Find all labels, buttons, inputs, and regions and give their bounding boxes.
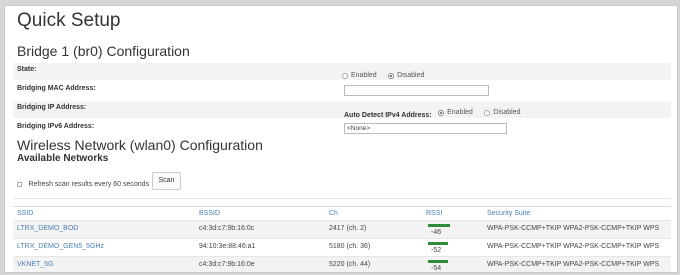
rssi-cell: -54: [431, 265, 442, 272]
ssid-cell[interactable]: LTRX_DEMO_BOD: [17, 225, 78, 232]
state-disabled-radio[interactable]: [388, 72, 395, 79]
ch-cell: 5180 (ch. 36): [329, 243, 371, 250]
ip-disabled-radio[interactable]: [484, 109, 491, 116]
ip-disabled-label: Disabled: [493, 109, 521, 117]
bssid-cell: 94:10:3e:88:46:a1: [199, 243, 256, 250]
rssi-cell: -46: [431, 229, 442, 236]
table-row[interactable]: VKNET_5G c4:3d:c7:9b:16:0e 5220 (ch. 44)…: [13, 256, 671, 272]
mac-row: Bridging MAC Address:: [13, 82, 671, 99]
ip-auto-label: Auto Detect IPv4 Address:: [344, 112, 432, 119]
available-networks-heading: Available Networks: [17, 153, 109, 164]
col-bssid-header[interactable]: BSSID: [199, 210, 220, 217]
ch-cell: 2417 (ch. 2): [329, 225, 367, 232]
security-cell: WPA-PSK-CCMP+TKIP WPA2-PSK-CCMP+TKIP WPS: [487, 261, 660, 268]
section-divider: [13, 198, 671, 199]
rssi-bar: [428, 224, 450, 227]
rssi-cell: -52: [431, 247, 442, 254]
scan-button[interactable]: Scan: [152, 172, 181, 190]
state-disabled-label: Disabled: [397, 72, 425, 80]
ssid-cell[interactable]: VKNET_5G: [17, 261, 54, 268]
state-label: State:: [17, 66, 37, 73]
table-row[interactable]: LTRX_DEMO_BOD c4:3d:c7:9b:16:0c 2417 (ch…: [13, 220, 671, 239]
ip-enabled-label: Enabled: [447, 109, 473, 117]
bridge-heading: Bridge 1 (br0) Configuration: [17, 43, 190, 59]
table-header-row: SSID BSSID Ch RSSI Security Suite: [13, 206, 671, 221]
bssid-cell: c4:3d:c7:9b:16:0e: [199, 261, 255, 268]
wireless-heading: Wireless Network (wlan0) Configuration: [17, 137, 263, 153]
col-ch-header[interactable]: Ch: [329, 210, 338, 217]
state-row: State: Enabled Disabled: [13, 63, 671, 80]
refresh-checkbox[interactable]: [17, 182, 22, 188]
security-cell: WPA-PSK-CCMP+TKIP WPA2-PSK-CCMP+TKIP WPS: [487, 225, 660, 232]
refresh-label: Refresh scan results every 60 seconds: [28, 181, 150, 189]
state-enabled-label: Enabled: [351, 72, 377, 80]
ch-cell: 5220 (ch. 44): [329, 261, 371, 268]
page-title: Quick Setup: [17, 10, 121, 31]
security-cell: WPA-PSK-CCMP+TKIP WPA2-PSK-CCMP+TKIP WPS: [487, 243, 660, 250]
mac-label: Bridging MAC Address:: [17, 85, 96, 92]
col-rssi-header[interactable]: RSSI: [426, 210, 442, 217]
rssi-bar: [428, 260, 448, 263]
state-enabled-radio[interactable]: [342, 72, 348, 79]
table-row[interactable]: LTRX_DEMO_GEN5_5GHz 94:10:3e:88:46:a1 51…: [13, 238, 671, 257]
ip-enabled-radio[interactable]: [438, 109, 445, 116]
bssid-cell: c4:3d:c7:9b:16:0c: [199, 225, 255, 232]
quick-setup-panel: Quick Setup Bridge 1 (br0) Configuration…: [4, 5, 678, 273]
mac-input[interactable]: [344, 85, 489, 96]
ssid-cell[interactable]: LTRX_DEMO_GEN5_5GHz: [17, 243, 104, 250]
ipv6-row: Bridging IPv6 Address: <None>: [13, 120, 671, 137]
col-security-header[interactable]: Security Suite: [487, 210, 530, 217]
ip-row: Bridging IP Address: Auto Detect IPv4 Ad…: [13, 101, 671, 119]
ipv6-input[interactable]: <None>: [344, 123, 507, 134]
ip-label: Bridging IP Address:: [17, 104, 87, 111]
refresh-option: Refresh scan results every 60 seconds: [17, 176, 149, 194]
ipv6-label: Bridging IPv6 Address:: [17, 123, 95, 130]
rssi-bar: [428, 242, 448, 245]
col-ssid-header[interactable]: SSID: [17, 210, 33, 217]
